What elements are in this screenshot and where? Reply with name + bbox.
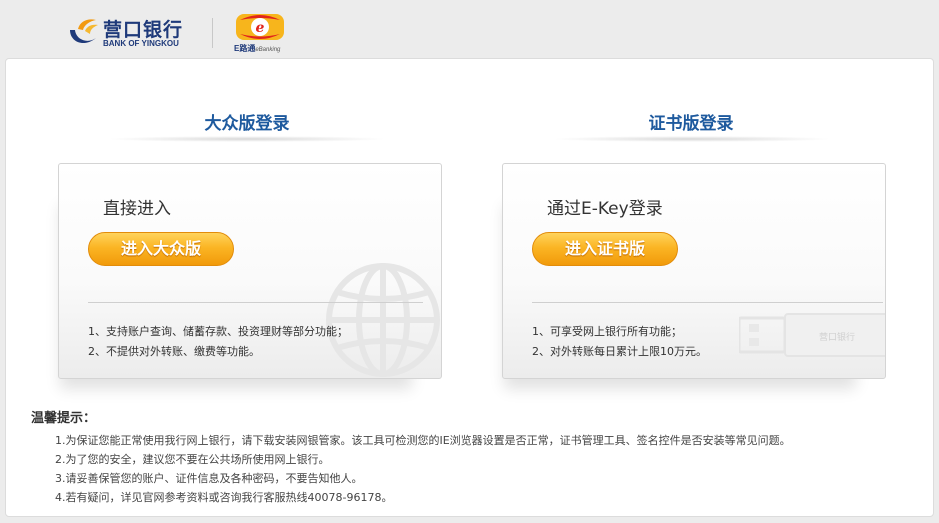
ebank-name: E路通eBanking [234,44,281,53]
cert-card-heading: 通过E-Key登录 [547,199,663,219]
cert-card-divider [532,302,883,303]
tips-list: 1.为保证您能正常使用我行网上银行，请下载安装网银管家。该工具可检测您的IE浏览… [55,431,791,507]
public-card-divider [88,302,423,303]
enter-public-button[interactable]: 进入大众版 [88,232,234,266]
bank-name-cn: 营口银行 [103,19,184,41]
bank-logo-icon [70,19,98,44]
list-item: 2、对外转账每日累计上限10万元。 [532,345,707,358]
list-item: 3.请妥善保管您的账户、证件信息及各种密码，不要告知他人。 [55,472,363,485]
ebank-logo-icon: e [236,14,284,40]
list-item: 2.为了您的安全，建议您不要在公共场所使用网上银行。 [55,453,330,466]
cert-title-divider [552,136,832,142]
logo-divider [212,18,213,48]
public-card-heading: 直接进入 [103,199,171,219]
list-item: 1、可享受网上银行所有功能； [532,325,682,338]
public-title-divider [107,136,387,142]
public-feature-list: 1、支持账户查询、储蓄存款、投资理财等部分功能； 2、不提供对外转账、缴费等功能… [88,322,348,362]
header: 营口银行 BANK OF YINGKOU e E路通eBanking [0,0,939,58]
list-item: 1、支持账户查询、储蓄存款、投资理财等部分功能； [88,325,348,338]
bank-name-en: BANK OF YINGKOU [103,39,179,48]
public-login-card: 直接进入 进入大众版 1、支持账户查询、储蓄存款、投资理财等部分功能； 2、不提… [58,163,442,379]
ebank-sub: eBanking [255,47,281,53]
list-item: 2、不提供对外转账、缴费等功能。 [88,345,260,358]
tips-title: 温馨提示： [31,411,97,426]
ebank-logo[interactable]: e E路通eBanking [232,12,288,56]
usb-brand-label: 营口银行 [819,331,855,343]
usb-key-icon: 营口银行 [739,313,885,357]
list-item: 4.若有疑问，详见官网参考资料或咨询我行客服热线40078-96178。 [55,491,393,504]
svg-text:e: e [256,20,265,36]
enter-cert-button[interactable]: 进入证书版 [532,232,678,266]
list-item: 1.为保证您能正常使用我行网上银行，请下载安装网银管家。该工具可检测您的IE浏览… [55,434,791,447]
login-panel: 大众版登录 直接进入 进入大众版 1、支持账户查询、储蓄存款、投资理财等部分功能… [5,58,934,517]
cert-login-title: 证书版登录 [648,114,734,133]
cert-login-card: 营口银行 通过E-Key登录 进入证书版 1、可享受网上银行所有功能； 2、对外… [502,163,886,379]
cert-feature-list: 1、可享受网上银行所有功能； 2、对外转账每日累计上限10万元。 [532,322,707,362]
public-login-title: 大众版登录 [204,114,290,133]
bank-logo[interactable]: 营口银行 BANK OF YINGKOU [66,14,206,50]
